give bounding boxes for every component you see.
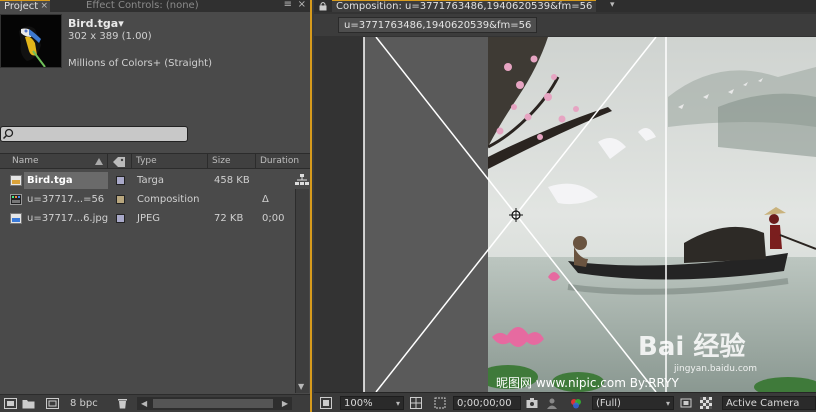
project-item-row[interactable]: Bird.tga Targa 458 KB (0, 171, 294, 190)
chevron-down-icon: ▾ (665, 399, 670, 408)
color-channels-icon[interactable] (570, 397, 582, 409)
label-color-swatch[interactable] (116, 214, 125, 223)
transparency-grid-icon[interactable] (700, 397, 712, 409)
project-panel: Project × Effect Controls: (none) ≡ × Bi… (0, 0, 312, 412)
tab-project[interactable]: Project × (0, 0, 50, 12)
label-color-swatch[interactable] (116, 195, 125, 204)
always-preview-icon[interactable] (320, 397, 332, 409)
horizontal-scrollbar[interactable]: ◀ ▶ (137, 397, 292, 410)
composition-panel: Composition: u=3771763486,1940620539&fm=… (314, 0, 816, 412)
tab-effect-controls[interactable]: Effect Controls: (none) (82, 0, 203, 12)
item-name: u=37717...6.jpg (27, 213, 109, 224)
resolution-dropdown[interactable]: (Full) ▾ (592, 396, 674, 410)
scroll-right-arrow[interactable]: ▶ (282, 397, 288, 410)
item-name: Bird.tga (27, 175, 73, 186)
sort-up-icon (95, 158, 103, 165)
project-footer: 8 bpc ◀ ▶ (0, 394, 310, 412)
panel-menu-icon[interactable]: ≡ (284, 0, 292, 10)
search-icon (2, 128, 14, 140)
project-item-row[interactable]: u=37717...=56 Composition Δ 0;00 (0, 190, 294, 224)
vertical-scrollbar[interactable]: ▼ (295, 189, 309, 393)
selected-item-name[interactable]: Bird.tga▾ (68, 17, 124, 30)
grid-guides-icon[interactable] (410, 397, 422, 409)
column-label-header[interactable] (108, 154, 132, 169)
magnification-dropdown[interactable]: 100% ▾ (340, 396, 404, 410)
snapshot-camera-icon[interactable] (526, 397, 538, 409)
current-time-field[interactable]: 0;00;00;00 (453, 396, 521, 410)
column-duration-header[interactable]: Duration (256, 154, 310, 169)
item-size: 458 KB (214, 175, 250, 186)
show-snapshot-icon[interactable] (546, 397, 558, 409)
column-type-header[interactable]: Type (132, 154, 208, 169)
trash-icon[interactable] (116, 398, 129, 409)
item-size: 72 KB (214, 213, 244, 224)
chevron-down-icon: ▾ (395, 399, 400, 408)
composition-subtab-bar: u=3771763486,1940620539&fm=56 (314, 14, 816, 36)
targa-file-icon (10, 175, 22, 186)
horizontal-scroll-thumb[interactable] (153, 399, 273, 408)
composition-viewer[interactable]: 昵图网 www.nipic.com By:RRYY Bai 经验 jingyan… (314, 37, 816, 392)
active-camera-dropdown[interactable]: Active Camera (722, 396, 816, 410)
new-composition-icon[interactable] (46, 398, 59, 409)
new-folder-icon[interactable] (22, 398, 35, 409)
project-column-header: Name Type Size Duration (0, 153, 310, 169)
tab-composition[interactable]: Composition: u=3771763486,1940620539&fm=… (332, 0, 597, 12)
tag-icon (113, 157, 125, 167)
column-name-header[interactable]: Name (8, 154, 108, 169)
flowchart-icon[interactable] (295, 173, 309, 187)
panel-close-icon[interactable]: × (298, 0, 306, 10)
tab-project-label: Project (4, 1, 39, 12)
column-size-header[interactable]: Size (208, 154, 256, 169)
region-of-interest-icon[interactable] (680, 397, 692, 409)
composition-tab-bar: Composition: u=3771763486,1940620539&fm=… (314, 0, 816, 12)
selected-item-dimensions: 302 x 389 (1.00) (68, 31, 152, 42)
jpeg-file-icon (10, 213, 22, 224)
tab-project-close-icon[interactable]: × (40, 1, 48, 12)
composition-tab-menu-icon[interactable]: ▾ (610, 0, 615, 11)
composition-navigator-tab[interactable]: u=3771763486,1940620539&fm=56 (338, 17, 538, 33)
lock-icon[interactable] (318, 1, 328, 11)
item-name: u=37717...=56 (27, 194, 105, 205)
column-name-label: Name (12, 156, 39, 166)
project-item-row[interactable]: u=37717...6.jpg JPEG 72 KB (0, 209, 294, 228)
item-type: Targa (137, 175, 164, 186)
project-tab-bar: Project × Effect Controls: (none) ≡ × (0, 0, 310, 12)
toggle-mask-icon[interactable] (434, 397, 446, 409)
interpret-footage-icon[interactable] (4, 398, 17, 409)
selected-item-color-depth: Millions of Colors+ (Straight) (68, 58, 212, 69)
layer-guide-overlay (363, 37, 667, 392)
magnification-value: 100% (344, 398, 373, 409)
item-type: Composition (137, 194, 200, 205)
item-type: JPEG (137, 213, 161, 224)
label-color-swatch[interactable] (116, 176, 125, 185)
project-search-input[interactable] (0, 126, 188, 142)
scroll-left-arrow[interactable]: ◀ (141, 397, 147, 410)
scroll-down-arrow[interactable]: ▼ (298, 382, 304, 391)
composition-icon (10, 194, 22, 205)
composition-footer: 100% ▾ 0;00;00;00 (Full) ▾ Active Camera (314, 392, 816, 412)
resolution-value: (Full) (596, 398, 621, 409)
bit-depth-button[interactable]: 8 bpc (70, 398, 98, 409)
item-thumbnail (0, 14, 62, 68)
toucan-thumbnail-image (1, 15, 61, 67)
